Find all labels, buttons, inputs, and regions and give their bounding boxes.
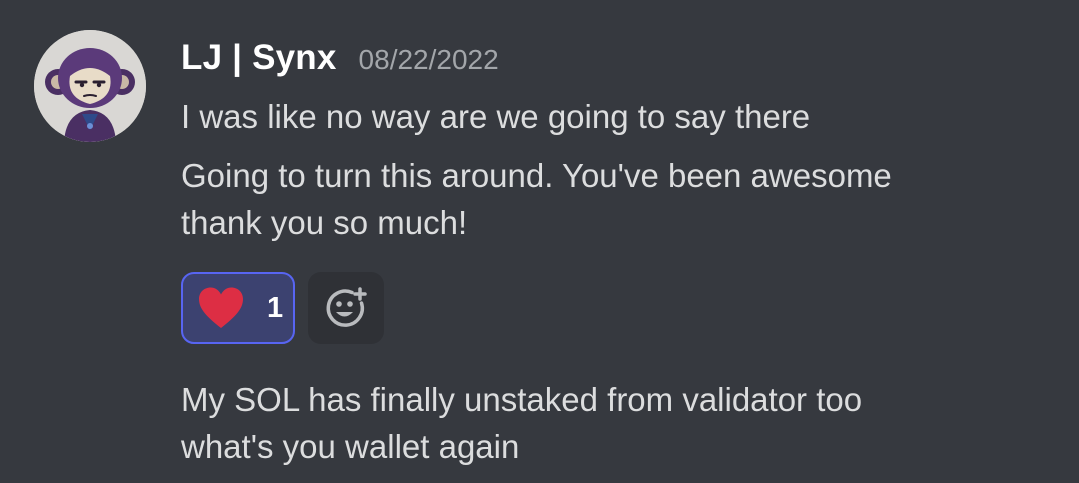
message-header: LJ | Synx 08/22/2022 bbox=[181, 38, 499, 88]
add-reaction-icon bbox=[326, 287, 367, 327]
message-text: My SOL has finally unstaked from validat… bbox=[181, 376, 862, 470]
add-reaction-button[interactable] bbox=[308, 272, 384, 344]
reaction-count: 1 bbox=[267, 291, 284, 324]
message-line: thank you so much! bbox=[181, 204, 468, 241]
heart-icon bbox=[199, 287, 243, 328]
message-line: I was like no way are we going to say th… bbox=[181, 98, 811, 135]
message-line: My SOL has finally unstaked from validat… bbox=[181, 381, 863, 418]
username[interactable]: LJ | Synx bbox=[181, 38, 337, 78]
timestamp: 08/22/2022 bbox=[358, 44, 499, 75]
message-line: what's you wallet again bbox=[181, 428, 520, 465]
monkey-avatar-image bbox=[34, 30, 146, 142]
avatar[interactable] bbox=[34, 30, 146, 142]
heart-reaction-button[interactable]: 1 bbox=[181, 272, 295, 344]
message-text: I was like no way are we going to say th… bbox=[181, 93, 810, 140]
message-text: Going to turn this around. You've been a… bbox=[181, 152, 892, 246]
reaction-bar: 1 bbox=[181, 272, 384, 344]
chat-view: LJ | Synx 08/22/2022 I was like no way a… bbox=[0, 0, 1079, 483]
message-line: Going to turn this around. You've been a… bbox=[181, 157, 892, 194]
